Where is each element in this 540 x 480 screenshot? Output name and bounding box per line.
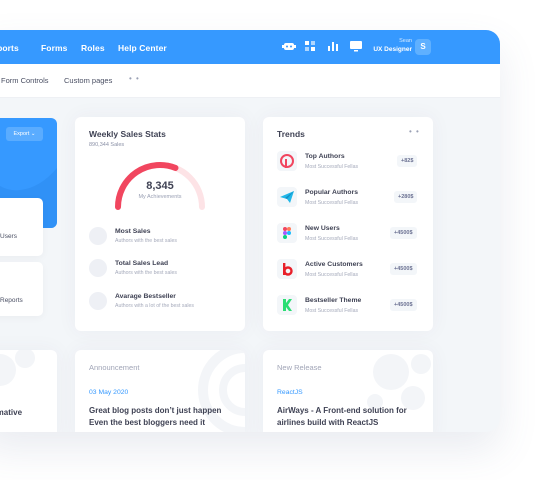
announcement-line-1: Great blog posts don’t just happen xyxy=(89,406,222,415)
trend-badge-2: +280$ xyxy=(394,191,418,203)
monitor-icon[interactable] xyxy=(349,40,363,52)
robot-icon[interactable] xyxy=(282,40,296,52)
announcement-date: 03 May 2020 xyxy=(89,389,129,396)
trend-sub-5: Most Successful Fellas xyxy=(305,308,359,314)
stat-most-sales-sub: Authors with the best sales xyxy=(115,238,177,244)
announcement-line-2: Even the best bloggers need it xyxy=(89,418,206,427)
release-line-1: AirWays - A Front-end solution for xyxy=(277,406,407,415)
release-line-2: airlines build with ReactJS xyxy=(277,418,379,427)
trend-title-5: Bestseller Theme xyxy=(305,297,362,304)
average-bestseller-icon xyxy=(89,292,107,310)
export-label: Export xyxy=(13,131,30,137)
subnav-more-icon[interactable]: • • xyxy=(129,74,140,83)
circle-decoration xyxy=(0,350,35,386)
new-release-card[interactable]: New Release ReactJS AirWays - A Front-en… xyxy=(263,350,433,432)
users-label: Users xyxy=(0,233,17,240)
gauge-value: 8,345 xyxy=(146,180,174,192)
left-bottom-card: formative xyxy=(0,350,57,432)
reports-mini-card[interactable]: Reports xyxy=(0,262,43,316)
user-role: UX Designer xyxy=(373,46,412,53)
stat-total-sales-title: Total Sales Lead xyxy=(115,260,169,267)
trend-title-2: Popular Authors xyxy=(305,189,358,196)
trend-badge-1: +82$ xyxy=(397,155,418,167)
trend-sub-2: Most Successful Fellas xyxy=(305,200,359,206)
gauge-label: My Achievements xyxy=(138,194,182,200)
trend-badge-4: +4500$ xyxy=(390,263,417,275)
stat-most-sales-title: Most Sales xyxy=(115,228,151,235)
nav-reports[interactable]: Reports xyxy=(0,43,19,53)
trend-title-4: Active Customers xyxy=(305,261,363,268)
nav-forms[interactable]: Forms xyxy=(41,43,67,53)
bebo-icon xyxy=(277,259,297,279)
trend-sub-3: Most Successful Fellas xyxy=(305,236,359,242)
weekly-subtitle: 890,344 Sales xyxy=(89,142,125,148)
trends-title: Trends xyxy=(277,129,305,139)
avatar[interactable]: S xyxy=(415,39,431,55)
trend-badge-3: +4500$ xyxy=(390,227,417,239)
stat-avg-bestseller-title: Avarage Bestseller xyxy=(115,293,176,300)
release-tag[interactable]: ReactJS xyxy=(277,389,303,396)
trends-more-icon[interactable]: • • xyxy=(409,127,420,136)
figma-icon xyxy=(277,223,297,243)
trend-sub-1: Most Successful Fellas xyxy=(305,164,359,170)
user-name: Sean xyxy=(399,38,412,44)
pinterest-icon xyxy=(277,151,297,171)
most-sales-icon xyxy=(89,227,107,245)
total-sales-icon xyxy=(89,259,107,277)
export-button[interactable]: Export ⌄ xyxy=(6,127,43,141)
trend-sub-4: Most Successful Fellas xyxy=(305,272,359,278)
trend-badge-5: +4500$ xyxy=(390,299,417,311)
reports-label: Reports xyxy=(0,297,23,304)
subnav-form-controls[interactable]: Form Controls xyxy=(1,76,49,85)
announcement-card[interactable]: Announcement 03 May 2020 Great blog post… xyxy=(75,350,245,432)
telegram-icon xyxy=(277,187,297,207)
trend-title-3: New Users xyxy=(305,225,340,232)
nav-help-center[interactable]: Help Center xyxy=(118,43,167,53)
user-info[interactable]: Sean UX Designer xyxy=(372,38,412,53)
announcement-title: Announcement xyxy=(89,363,140,372)
release-title: New Release xyxy=(277,363,322,372)
subnav-custom-pages[interactable]: Custom pages xyxy=(64,76,112,85)
bar-chart-icon[interactable] xyxy=(326,40,340,52)
nav-roles[interactable]: Roles xyxy=(81,43,105,53)
sub-navbar: Form Controls Custom pages • • xyxy=(0,64,500,98)
top-navbar: Reports Forms Roles Help Center Sean UX … xyxy=(0,30,500,64)
dashboard-window: Reports Forms Roles Help Center Sean UX … xyxy=(0,30,500,432)
left-bottom-text: formative xyxy=(0,408,23,417)
trend-title-1: Top Authors xyxy=(305,153,345,160)
users-mini-card[interactable]: Users xyxy=(0,198,43,256)
weekly-title: Weekly Sales Stats xyxy=(89,129,166,139)
stat-avg-bestseller-sub: Authors with a lot of the best sales xyxy=(115,303,195,309)
trends-card: Trends • • Top Authors Most Successful F… xyxy=(263,117,433,331)
kickstarter-icon xyxy=(277,295,297,315)
weekly-sales-card: Weekly Sales Stats 890,344 Sales 8,345 M… xyxy=(75,117,245,331)
layout-grid-icon[interactable] xyxy=(303,40,317,52)
stat-total-sales-sub: Authors with the best sales xyxy=(115,270,177,276)
